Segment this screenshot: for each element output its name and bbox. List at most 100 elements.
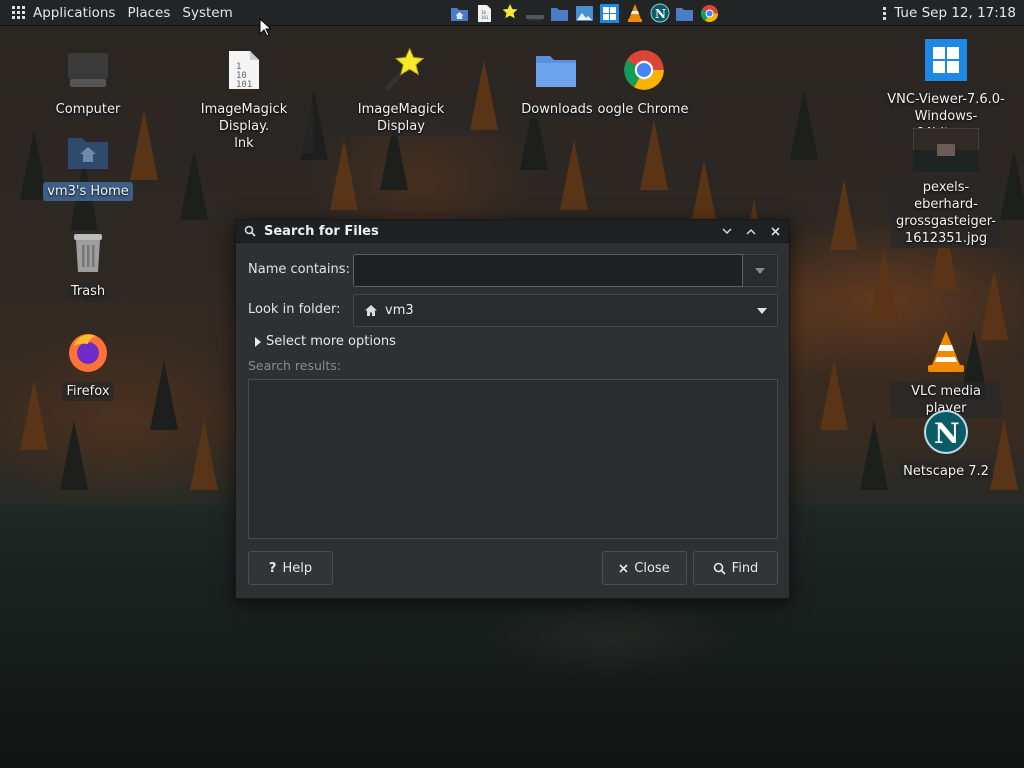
find-button-label: Find [731, 560, 759, 576]
panel-launchers: 10 101 N [449, 0, 720, 26]
wallpaper-tree [60, 420, 88, 490]
chevron-down-icon [722, 228, 732, 234]
clock[interactable]: Tue Sep 12, 17:18 [894, 5, 1016, 21]
applications-menu-label: Applications [33, 4, 116, 21]
desktop-icon-label: ImageMagick Display. lnk [175, 100, 313, 153]
close-icon [619, 563, 628, 573]
wallpaper-tree [560, 140, 588, 210]
help-button[interactable]: ? Help [248, 551, 333, 585]
dialog-titlebar[interactable]: Search for Files [236, 220, 789, 243]
wallpaper-tree [870, 250, 898, 320]
desktop-icon-vnc-viewer[interactable]: VNC-Viewer-7.6.0- Windows-64bit.exe [881, 36, 1011, 143]
chrome-icon [620, 46, 668, 94]
wallpaper-tree [830, 180, 858, 250]
apps-grid-icon [12, 6, 25, 19]
vlc-icon [922, 328, 970, 376]
imagemagick-icon [377, 46, 425, 94]
wallpaper-tree [470, 60, 498, 130]
dropdown-arrow-icon [757, 307, 767, 314]
maximize-button[interactable] [741, 223, 761, 240]
disclosure-triangle-icon [255, 336, 261, 347]
top-panel: Applications Places System 10 101 N Tue … [0, 0, 1024, 26]
minimize-button[interactable] [717, 223, 737, 240]
desktop-icon-pexels-jpg[interactable]: pexels-eberhard- grossgasteiger- 1612351… [891, 128, 1001, 248]
svg-text:101: 101 [236, 80, 252, 90]
look-in-folder-select[interactable]: vm3 [353, 294, 778, 327]
svg-text:N: N [934, 417, 960, 450]
folder-value: vm3 [385, 303, 414, 318]
name-history-dropdown-button[interactable] [743, 254, 778, 287]
netscape-icon[interactable]: N [649, 3, 670, 24]
system-menu-label: System [182, 4, 233, 21]
text-file-icon[interactable]: 10 101 [474, 3, 495, 24]
find-button[interactable]: Find [693, 551, 778, 585]
desktop-icon-downloads[interactable]: Downloads [509, 46, 603, 119]
applications-menu[interactable]: Applications [0, 0, 121, 26]
close-button-label: Close [634, 560, 670, 576]
search-results-label: Search results: [248, 358, 342, 373]
name-contains-label: Name contains: [248, 262, 350, 277]
chevron-up-icon [746, 228, 756, 234]
search-icon [244, 225, 256, 237]
wallpaper-tree [860, 420, 888, 490]
desktop-icon-label: vm3's Home [43, 182, 133, 201]
home-icon [365, 305, 377, 316]
desktop-icon-netscape[interactable]: N Netscape 7.2 [891, 408, 1001, 481]
firefox-icon [64, 328, 112, 376]
wallpaper-tree [190, 420, 218, 490]
imagemagick-icon[interactable] [499, 3, 520, 24]
help-icon: ? [268, 560, 277, 576]
close-icon [770, 226, 780, 236]
svg-text:101: 101 [481, 15, 489, 20]
desktop-icon-label: Netscape 7.2 [899, 462, 993, 481]
desktop-icon-label: ImageMagick Display [331, 100, 471, 136]
svg-text:N: N [655, 7, 666, 21]
wallpaper-tree [790, 90, 818, 160]
desktop-icon-label: pexels-eberhard- grossgasteiger- 1612351… [891, 178, 1001, 248]
search-results-list[interactable] [248, 379, 778, 539]
folder-icon[interactable] [549, 3, 570, 24]
chrome-icon[interactable] [699, 3, 720, 24]
close-button[interactable]: Close [602, 551, 687, 585]
desktop-icon-label: Firefox [62, 382, 114, 401]
select-more-options-expander[interactable]: Select more options [255, 334, 396, 349]
wallpaper-tree [820, 360, 848, 430]
windows-icon [922, 36, 970, 84]
desktop-icon-home[interactable]: vm3's Home [33, 128, 143, 201]
image-viewer-icon[interactable] [574, 3, 595, 24]
places-menu-label: Places [127, 4, 171, 21]
home-folder-icon[interactable] [449, 3, 470, 24]
select-more-options-label: Select more options [266, 334, 396, 349]
desktop-icon-vlc[interactable]: VLC media player [891, 328, 1001, 418]
system-menu[interactable]: System [176, 0, 238, 26]
image-thumbnail-icon [913, 128, 979, 172]
desktop-icon-label: Computer [51, 100, 125, 119]
close-window-button[interactable] [765, 223, 785, 240]
desktop-icon-label: Trash [66, 282, 110, 301]
folder-icon[interactable] [674, 3, 695, 24]
look-in-folder-label: Look in folder: [248, 302, 341, 317]
computer-icon [64, 46, 112, 94]
desktop-icon-trash[interactable]: Trash [33, 228, 143, 301]
wallpaper-tree [330, 140, 358, 210]
vlc-icon[interactable] [624, 3, 645, 24]
name-contains-input[interactable] [353, 254, 743, 287]
help-button-label: Help [282, 560, 313, 576]
search-for-files-dialog: Search for Files Name contains: Look in … [235, 219, 790, 599]
computer-icon[interactable] [524, 3, 545, 24]
dialog-title: Search for Files [264, 223, 379, 239]
trash-icon [64, 228, 112, 276]
wallpaper-tree [640, 120, 668, 190]
windows-icon[interactable] [599, 3, 620, 24]
wallpaper-tree [150, 360, 178, 430]
wallpaper-tree [1000, 150, 1024, 220]
home-folder-icon [64, 128, 112, 176]
search-icon [713, 562, 726, 575]
desktop-icon-computer[interactable]: Computer [33, 46, 143, 119]
places-menu[interactable]: Places [121, 0, 176, 26]
kebab-menu-icon[interactable] [883, 6, 887, 20]
desktop-icon-imagemagick[interactable]: ImageMagick Display [331, 46, 471, 136]
desktop-icon-chrome[interactable]: oogle Chrome [595, 46, 693, 119]
desktop-icon-imagemagick-lnk[interactable]: 1 10 101 ImageMagick Display. lnk [169, 46, 319, 153]
desktop-icon-firefox[interactable]: Firefox [33, 328, 143, 401]
